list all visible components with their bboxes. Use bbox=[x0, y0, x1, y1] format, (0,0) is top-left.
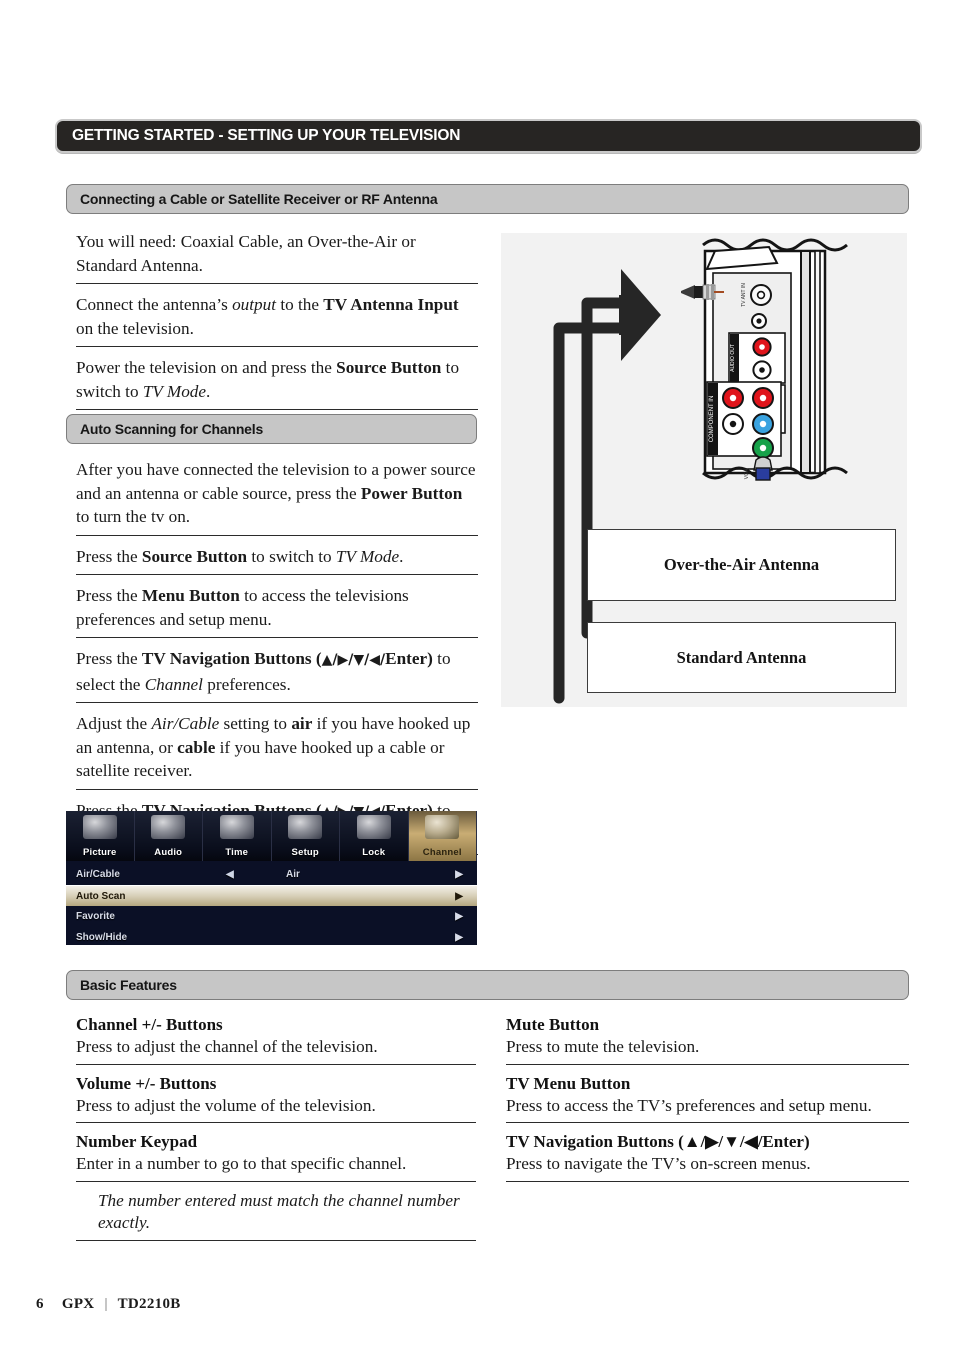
clock-icon bbox=[219, 815, 254, 839]
channel-icon bbox=[425, 815, 460, 839]
osd-tab-audio[interactable]: Audio bbox=[134, 811, 203, 861]
osd-row-name: Show/Hide bbox=[76, 932, 128, 943]
osd-tab-time[interactable]: Time bbox=[203, 811, 272, 861]
osd-row-name: Air/Cable bbox=[76, 869, 120, 880]
right-arrow-icon[interactable]: ▶ bbox=[455, 932, 463, 943]
over-the-air-antenna-box: Over-the-Air Antenna bbox=[587, 529, 896, 601]
lock-icon bbox=[356, 815, 391, 839]
autoscan-step: Press the Source Button to switch to TV … bbox=[76, 545, 478, 575]
right-arrow-icon[interactable]: ▶ bbox=[455, 891, 463, 902]
footer-separator: | bbox=[104, 1296, 108, 1312]
osd-tab-setup[interactable]: Setup bbox=[271, 811, 340, 861]
brand-name: GPX bbox=[61, 1296, 95, 1312]
osd-tab-bar: Picture Audio Time Setup Lock Channel bbox=[66, 811, 477, 861]
connecting-step: Connect the antenna’s output to the TV A… bbox=[76, 293, 478, 347]
feature-desc: Press to navigate the TV’s on-screen men… bbox=[506, 1154, 811, 1173]
subsection-header-connecting-label: Connecting a Cable or Satellite Receiver… bbox=[80, 191, 438, 207]
section-header-title: GETTING STARTED - SETTING UP YOUR TELEVI… bbox=[72, 127, 461, 144]
feature-desc: Enter in a number to go to that specific… bbox=[76, 1154, 407, 1173]
autoscan-step: Adjust the Air/Cable setting to air if y… bbox=[76, 712, 478, 790]
osd-tab-label: Setup bbox=[291, 847, 319, 858]
svg-text:AUDIO OUT: AUDIO OUT bbox=[730, 344, 736, 372]
subsection-header-autoscan: Auto Scanning for Channels bbox=[66, 414, 477, 444]
connecting-steps-list: You will need: Coaxial Cable, an Over-th… bbox=[76, 230, 478, 419]
manual-page: GETTING STARTED - SETTING UP YOUR TELEVI… bbox=[0, 0, 954, 1350]
autoscan-step: After you have connected the television … bbox=[76, 458, 478, 536]
osd-row-favorite[interactable]: Favorite ▶ bbox=[66, 906, 477, 927]
basic-features-right-column: Mute Button Press to mute the television… bbox=[506, 1014, 909, 1190]
feature-note: The number entered must match the channe… bbox=[76, 1190, 476, 1241]
subsection-header-basic-features: Basic Features bbox=[66, 970, 909, 1000]
section-header-bar: GETTING STARTED - SETTING UP YOUR TELEVI… bbox=[55, 119, 922, 153]
subsection-header-basic-features-label: Basic Features bbox=[80, 977, 177, 993]
svg-text:COMPONENT IN: COMPONENT IN bbox=[709, 396, 715, 443]
over-the-air-antenna-label: Over-the-Air Antenna bbox=[663, 555, 820, 574]
feature-desc: Press to access the TV’s preferences and… bbox=[506, 1095, 872, 1115]
osd-tab-label: Lock bbox=[362, 847, 386, 858]
feature-item: Volume +/- Buttons Press to adjust the v… bbox=[76, 1073, 476, 1123]
feature-desc: Press to mute the television. bbox=[506, 1037, 700, 1056]
feature-desc: Press to adjust the channel of the telev… bbox=[76, 1037, 378, 1056]
connecting-step: You will need: Coaxial Cable, an Over-th… bbox=[76, 230, 478, 284]
osd-tab-lock[interactable]: Lock bbox=[340, 811, 409, 861]
feature-item: Mute Button Press to mute the television… bbox=[506, 1014, 909, 1065]
feature-title: Channel +/- Buttons bbox=[76, 1015, 223, 1034]
osd-tab-label: Channel bbox=[422, 847, 462, 858]
osd-row-name: Auto Scan bbox=[76, 890, 126, 902]
standard-antenna-label: Standard Antenna bbox=[676, 647, 807, 667]
osd-tab-picture[interactable]: Picture bbox=[66, 811, 135, 861]
feature-item: TV Menu Button Press to access the TV’s … bbox=[506, 1073, 909, 1123]
svg-text:TV ANT IN: TV ANT IN bbox=[741, 283, 747, 307]
page-number: 6 bbox=[36, 1296, 44, 1312]
osd-row-name: Favorite bbox=[76, 911, 115, 922]
osd-row-auto-scan[interactable]: Auto Scan ▶ bbox=[66, 885, 477, 906]
feature-item: Channel +/- Buttons Press to adjust the … bbox=[76, 1014, 476, 1065]
osd-tab-label: Audio bbox=[154, 847, 183, 858]
feature-title: TV Menu Button bbox=[506, 1073, 631, 1093]
osd-row-air-cable[interactable]: Air/Cable ◀ Air ▶ bbox=[66, 864, 477, 885]
feature-desc: Press to adjust the volume of the televi… bbox=[76, 1095, 376, 1115]
right-arrow-icon[interactable]: ▶ bbox=[455, 869, 463, 880]
autoscan-steps-list: After you have connected the television … bbox=[76, 458, 478, 864]
feature-title: Mute Button bbox=[506, 1015, 600, 1034]
feature-title: TV Navigation Buttons (▲/▶/▼/◀/Enter) bbox=[506, 1132, 810, 1151]
osd-menu-rows: Air/Cable ◀ Air ▶ Auto Scan ▶ Favorite ▶… bbox=[66, 861, 477, 945]
feature-item: Number Keypad Enter in a number to go to… bbox=[76, 1131, 476, 1182]
tv-osd-menu-screenshot: Picture Audio Time Setup Lock Channel Ai… bbox=[66, 811, 477, 945]
basic-features-left-column: Channel +/- Buttons Press to adjust the … bbox=[76, 1014, 476, 1249]
setup-icon bbox=[288, 815, 323, 839]
autoscan-step: Press the Menu Button to access the tele… bbox=[76, 584, 478, 638]
picture-icon bbox=[82, 815, 117, 839]
autoscan-step: Press the TV Navigation Buttons (▲/▶/▼/◀… bbox=[76, 647, 478, 703]
left-arrow-icon[interactable]: ◀ bbox=[226, 869, 234, 880]
osd-row-value: Air bbox=[286, 869, 300, 880]
subsection-header-autoscan-label: Auto Scanning for Channels bbox=[80, 421, 264, 437]
page-footer: 6 GPX | TD2210B bbox=[36, 1296, 181, 1313]
feature-item: TV Navigation Buttons (▲/▶/▼/◀/Enter) Pr… bbox=[506, 1131, 909, 1182]
feature-title: Volume +/- Buttons bbox=[76, 1073, 217, 1093]
osd-row-show-hide[interactable]: Show/Hide ▶ bbox=[66, 927, 477, 945]
component-jacks-overlay: COMPONENT IN VGA bbox=[706, 381, 782, 481]
osd-tab-channel[interactable]: Channel bbox=[408, 811, 477, 861]
standard-antenna-box: Standard Antenna bbox=[587, 622, 896, 693]
osd-tab-label: Picture bbox=[82, 847, 117, 858]
subsection-header-connecting: Connecting a Cable or Satellite Receiver… bbox=[66, 184, 909, 214]
connecting-step: Power the television on and press the So… bbox=[76, 356, 478, 410]
feature-note-text: The number entered must match the channe… bbox=[98, 1190, 460, 1233]
model-number: TD2210B bbox=[117, 1296, 181, 1312]
feature-title: Number Keypad bbox=[76, 1132, 198, 1151]
right-arrow-icon[interactable]: ▶ bbox=[455, 911, 463, 922]
svg-text:VGA: VGA bbox=[744, 468, 750, 479]
osd-tab-label: Time bbox=[225, 847, 249, 858]
audio-icon bbox=[151, 815, 186, 839]
